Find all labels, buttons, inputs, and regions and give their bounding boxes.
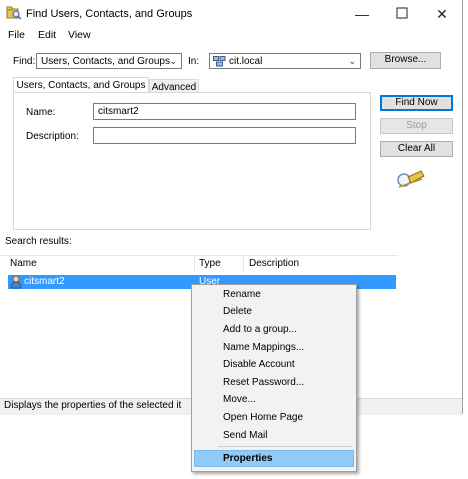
close-icon[interactable]: ✕	[434, 6, 450, 22]
status-text: Displays the properties of the selected …	[4, 400, 182, 411]
maximize-icon[interactable]	[394, 6, 410, 22]
in-location-select[interactable]: cit.local ⌄	[209, 53, 361, 69]
chevron-down-icon: ⌄	[348, 56, 356, 66]
column-description[interactable]: Description	[249, 258, 299, 269]
menu-item-name-mappings[interactable]: Name Mappings...	[223, 342, 304, 353]
window-border	[462, 0, 463, 414]
stop-button[interactable]: Stop	[380, 118, 453, 134]
description-label: Description:	[26, 131, 79, 142]
menu-file[interactable]: File	[8, 29, 25, 41]
find-window-icon	[6, 6, 22, 20]
menu-item-properties-label: Properties	[223, 453, 273, 464]
menu-item-delete[interactable]: Delete	[223, 306, 252, 317]
menu-item-add-to-group[interactable]: Add to a group...	[223, 324, 297, 335]
menu-item-reset-password[interactable]: Reset Password...	[223, 377, 304, 388]
search-results-label: Search results:	[5, 236, 72, 247]
name-field-value: citsmart2	[98, 106, 139, 117]
user-icon	[10, 275, 22, 292]
menu-item-open-home-page[interactable]: Open Home Page	[223, 412, 303, 423]
window-title: Find Users, Contacts, and Groups	[26, 8, 193, 20]
menu-view[interactable]: View	[68, 29, 91, 41]
chevron-down-icon: ⌄	[169, 56, 177, 66]
menu-item-disable-account[interactable]: Disable Account	[223, 359, 295, 370]
menu-item-properties[interactable]	[194, 450, 354, 467]
column-name[interactable]: Name	[10, 258, 37, 269]
find-now-button[interactable]: Find Now	[380, 95, 453, 111]
menu-separator	[218, 446, 352, 447]
menu-item-move[interactable]: Move...	[223, 394, 256, 405]
domain-icon	[213, 56, 226, 70]
menu-edit[interactable]: Edit	[38, 29, 56, 41]
name-label: Name:	[26, 107, 56, 118]
minimize-icon[interactable]: —	[354, 6, 370, 22]
in-label: In:	[188, 56, 200, 67]
name-field[interactable]: citsmart2	[93, 103, 356, 120]
description-field[interactable]	[93, 127, 356, 144]
result-name: citsmart2	[24, 276, 65, 287]
find-label: Find:	[13, 56, 36, 67]
flashlight-search-icon	[395, 168, 425, 193]
clear-all-button[interactable]: Clear All	[380, 141, 453, 157]
find-type-value: Users, Contacts, and Groups	[41, 56, 170, 67]
menu-item-send-mail[interactable]: Send Mail	[223, 430, 267, 441]
menu-item-rename[interactable]: Rename	[223, 289, 261, 300]
find-type-select[interactable]: Users, Contacts, and Groups ⌄	[36, 53, 182, 69]
in-location-value: cit.local	[229, 56, 263, 67]
browse-button[interactable]: Browse...	[370, 52, 441, 69]
column-type[interactable]: Type	[199, 258, 221, 269]
column-divider[interactable]	[243, 256, 244, 272]
column-divider[interactable]	[194, 256, 195, 272]
